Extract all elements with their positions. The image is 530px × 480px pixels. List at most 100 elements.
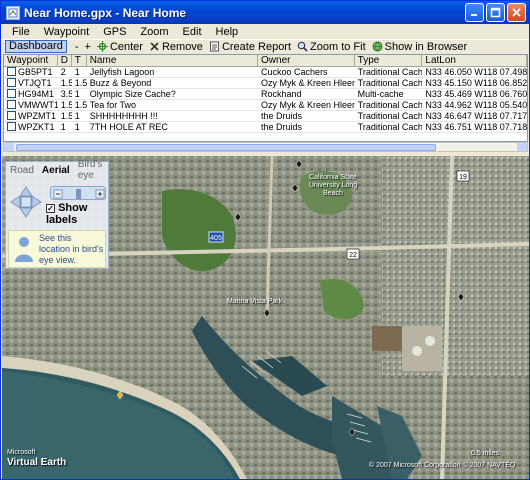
column-header-terrain[interactable]: T [72, 55, 87, 66]
magnifier-icon [297, 41, 308, 52]
close-button[interactable] [507, 3, 526, 22]
row-checkbox[interactable] [7, 89, 16, 98]
menu-bar: File Waypoint GPS Zoom Edit Help [1, 24, 529, 40]
create-report-button[interactable]: Create Report [209, 41, 291, 53]
waypoint-grid[interactable]: Waypoint D T Name Owner Type LatLon GB5P… [3, 54, 528, 142]
menu-file[interactable]: File [5, 26, 37, 38]
map-view-tabs: Road Aerial Bird's eye [6, 159, 108, 181]
create-report-label: Create Report [221, 40, 292, 53]
maximize-button[interactable] [486, 3, 505, 22]
cell-waypoint: HG94M1 [4, 89, 58, 99]
cell-type: Multi-cache [357, 89, 404, 99]
cell-latlon: N33 45.150 W118 06.852 [425, 78, 527, 88]
scroll-left-arrow[interactable] [4, 143, 14, 151]
table-row[interactable]: WPZMT1 1.51 SHHHHHHHH !!! the Druids Traditi… [4, 111, 527, 122]
map-copyright: © 2007 Microsoft Corporation © 2007 NAVT… [369, 462, 516, 469]
row-checkbox[interactable] [7, 111, 16, 120]
zoom-slider[interactable] [50, 186, 106, 200]
column-header-waypoint[interactable]: Waypoint [4, 55, 58, 66]
toolbar: Dashboard - + Center Remove Create Repor… [1, 39, 529, 53]
table-row[interactable]: VTJQT11.51.5Buzz & BeyondOzy Myk & Kreen… [4, 78, 527, 89]
birds-eye-tip[interactable]: See this location in bird's eye view. [8, 230, 106, 268]
route-19-shield: 19 [456, 170, 470, 182]
column-header-type[interactable]: Type [355, 55, 423, 66]
cell-owner: Ozy Myk & Kreen Hleen [261, 78, 355, 88]
show-labels-checkbox[interactable]: ✓ [46, 204, 55, 213]
menu-edit[interactable]: Edit [176, 26, 209, 38]
app-icon [6, 5, 20, 20]
cell-difficulty: 2 [60, 67, 66, 77]
cell-latlon: N33 44.962 W118 05.540 [425, 100, 527, 110]
cell-difficulty: 3.5 [60, 89, 72, 99]
cache-pin-icon[interactable] [264, 309, 270, 317]
table-row[interactable]: WPZKT1 1 1 7TH HOLE AT REC the Druids Traditi… [4, 122, 527, 133]
show-in-browser-label: Show in Browser [384, 40, 468, 53]
route-405-shield: 405 [208, 231, 224, 243]
show-labels-toggle[interactable]: ✓ Show labels [46, 202, 108, 226]
svg-text:19: 19 [459, 174, 467, 181]
row-checkbox[interactable] [7, 100, 16, 109]
menu-gps[interactable]: GPS [96, 26, 133, 38]
cache-pin-icon[interactable] [292, 184, 298, 192]
tab-birds-eye[interactable]: Bird's eye [74, 159, 108, 181]
selected-cache-pin-icon[interactable] [117, 391, 123, 399]
cell-name: Jellyfish Lagoon [89, 67, 155, 77]
menu-help[interactable]: Help [209, 26, 246, 38]
cell-waypoint: VTJQT1 [4, 78, 58, 88]
waypoint-code: GB5PT1 [18, 67, 53, 77]
dashboard-button[interactable]: Dashboard [5, 40, 67, 53]
remove-button[interactable]: Remove [149, 41, 203, 53]
zoom-to-fit-label: Zoom to Fit [310, 40, 366, 53]
waypoint-code: WPZKT1 [18, 122, 55, 132]
cache-pin-icon[interactable] [235, 213, 241, 221]
table-row[interactable]: GB5PT1 2 1 Jellyfish Lagoon Cuckoo Cachers Tr… [4, 67, 527, 78]
cache-pin-icon[interactable] [296, 160, 302, 168]
cache-pin-icon[interactable] [349, 428, 355, 436]
minimize-button[interactable] [465, 3, 484, 22]
zoom-to-fit-button[interactable]: Zoom to Fit [297, 41, 366, 53]
scroll-right-arrow[interactable] [517, 143, 527, 151]
cell-latlon: N33 46.751 W118 07.718 [425, 122, 527, 132]
scrollbar-thumb[interactable] [16, 144, 436, 151]
center-button[interactable]: Center [96, 41, 143, 53]
show-in-browser-button[interactable]: Show in Browser [372, 40, 468, 53]
svg-text:405: 405 [210, 235, 222, 242]
cell-name: Buzz & Beyond [89, 78, 152, 88]
cell-terrain: 1 [74, 122, 80, 132]
title-bar[interactable]: Near Home.gpx - Near Home [1, 1, 529, 24]
column-header-difficulty[interactable]: D [58, 55, 72, 66]
tab-aerial[interactable]: Aerial [38, 165, 74, 176]
menu-waypoint[interactable]: Waypoint [37, 26, 96, 38]
column-header-latlon[interactable]: LatLon [422, 55, 527, 66]
waypoint-code: HG94M1 [18, 89, 55, 99]
cell-waypoint: WPZMT1 [4, 111, 58, 121]
row-checkbox[interactable] [7, 67, 16, 76]
cell-name: Tea for Two [89, 100, 137, 110]
cell-terrain: 1.5 [74, 78, 87, 88]
row-checkbox[interactable] [7, 122, 16, 131]
cell-name: SHHHHHHHH !!! [89, 111, 158, 121]
cell-owner: Rockhand [261, 89, 302, 99]
column-header-owner[interactable]: Owner [258, 55, 355, 66]
horizontal-scrollbar[interactable] [3, 142, 528, 152]
row-checkbox[interactable] [7, 78, 16, 87]
route-22-shield: 22 [346, 248, 360, 260]
column-header-name[interactable]: Name [87, 55, 259, 66]
virtual-earth-label: Virtual Earth [7, 457, 67, 468]
aerial-map[interactable]: 405 22 19 California State University Lo… [2, 156, 529, 479]
map-scale: 0.5 miles [471, 450, 500, 457]
zoom-in-button[interactable]: + [85, 41, 91, 53]
table-row[interactable]: VMWWT11.51.5Tea for TwoOzy Myk & Kreen H… [4, 100, 527, 111]
cell-waypoint: GB5PT1 [4, 67, 58, 77]
pan-compass-icon[interactable] [10, 186, 42, 218]
menu-zoom[interactable]: Zoom [133, 26, 175, 38]
cell-difficulty: 1.5 [60, 78, 72, 88]
cell-latlon: N33 45.469 W118 06.760 [425, 89, 527, 99]
grid-header: Waypoint D T Name Owner Type LatLon [4, 55, 527, 67]
cell-type: Traditional Cache [357, 67, 423, 77]
zoom-out-button[interactable]: - [75, 41, 79, 53]
cache-pin-icon[interactable] [458, 293, 464, 301]
table-row[interactable]: HG94M1 3.51 Olympic Size Cache? Rockhand Mul… [4, 89, 527, 100]
tab-road[interactable]: Road [6, 165, 38, 176]
cell-owner: Cuckoo Cachers [261, 67, 328, 77]
